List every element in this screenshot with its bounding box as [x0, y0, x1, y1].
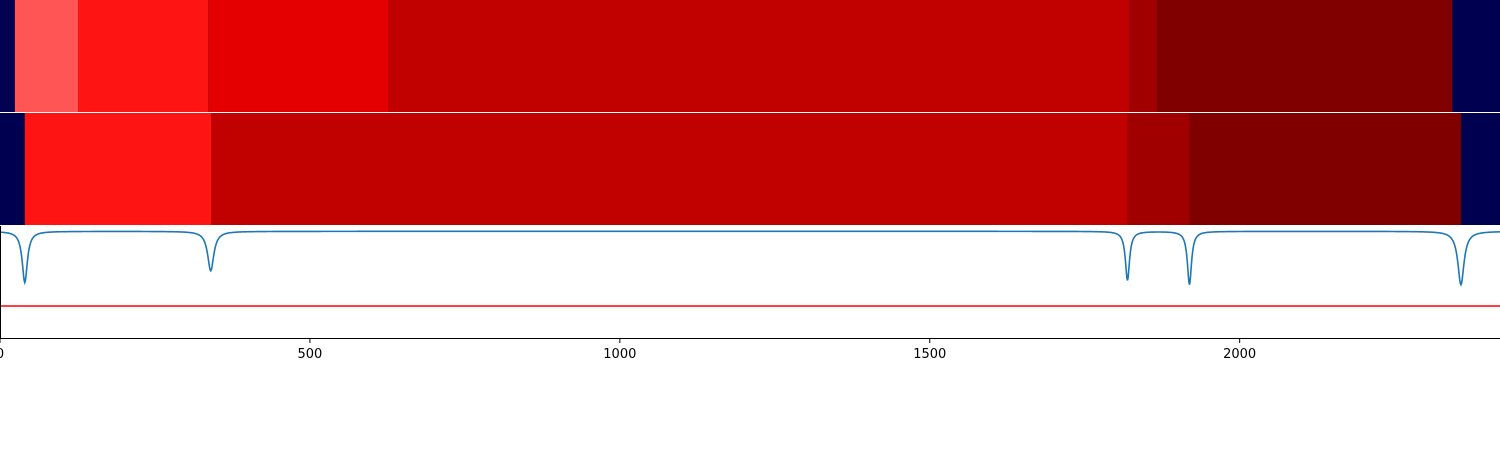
track-segment: [1189, 113, 1461, 225]
track-segment: [1157, 0, 1453, 112]
signal-panel: [0, 226, 1500, 338]
track-segment: [1129, 0, 1158, 112]
figure: 0 500 1000 1500 2000: [0, 0, 1500, 362]
signal-background: [0, 226, 1500, 338]
track-segment: [78, 0, 209, 112]
x-tick-label: 0: [0, 347, 4, 362]
x-tick-label: 500: [298, 347, 323, 362]
track-segment: [14, 0, 79, 112]
track-segment: [1127, 113, 1190, 225]
x-tick-label: 1500: [913, 347, 946, 362]
x-axis: 0 500 1000 1500 2000: [0, 338, 1500, 362]
track-segment: [388, 0, 1130, 112]
track-segment: [208, 0, 389, 112]
segment-track-1: [0, 0, 1500, 112]
x-tick-label: 2000: [1223, 347, 1256, 362]
segment-track-2: [0, 113, 1500, 225]
track-segment: [24, 113, 212, 225]
track-segment: [211, 113, 1128, 225]
x-tick-label: 1000: [603, 347, 636, 362]
